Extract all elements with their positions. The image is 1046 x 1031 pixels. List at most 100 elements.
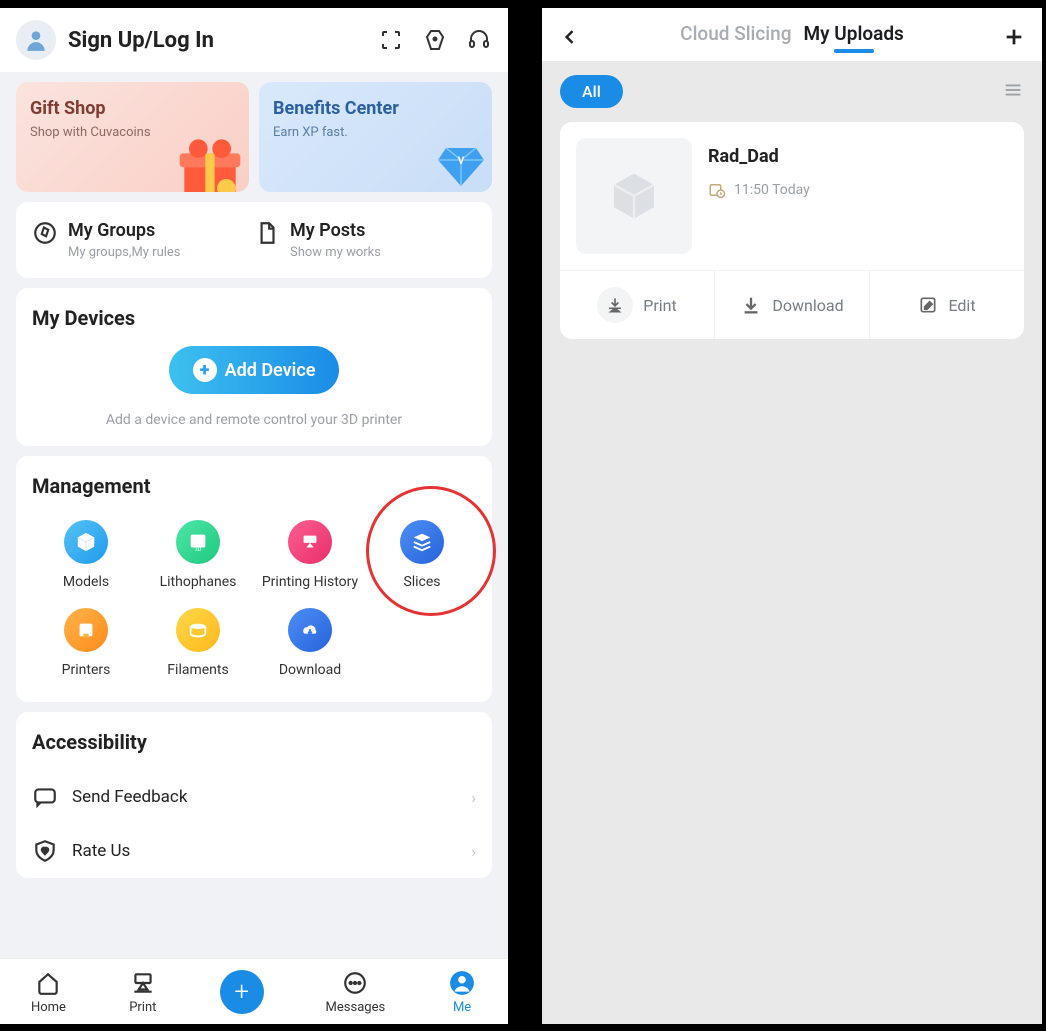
nav-messages[interactable]: Messages	[326, 968, 386, 1015]
avatar[interactable]	[16, 20, 56, 60]
upload-name: Rad_Dad	[708, 146, 1008, 167]
my-groups-button[interactable]: My Groups My groups,My rules	[32, 220, 254, 260]
posts-title: My Posts	[290, 220, 381, 241]
header: Cloud Slicing My Uploads	[542, 8, 1042, 61]
add-upload-button[interactable]	[1000, 23, 1028, 51]
chevron-right-icon: ›	[471, 788, 476, 807]
action-edit-label: Edit	[948, 296, 975, 315]
nav-me[interactable]: Me	[447, 968, 477, 1015]
cube-placeholder-icon	[604, 166, 664, 226]
groups-sub: My groups,My rules	[68, 245, 181, 260]
accessibility-card: Accessibility Send Feedback › Rate Us ›	[16, 712, 492, 878]
action-print-label: Print	[643, 296, 676, 315]
gift-shop-card[interactable]: Gift Shop Shop with Cuvacoins	[16, 82, 249, 192]
signin-button[interactable]: Sign Up/Log In	[68, 28, 378, 53]
mgmt-label: Printers	[62, 662, 111, 678]
scan-icon[interactable]	[378, 27, 404, 53]
print-icon	[597, 287, 633, 323]
nav-me-label: Me	[453, 1000, 471, 1015]
gift-shop-title: Gift Shop	[30, 98, 235, 119]
cube-icon	[64, 520, 108, 564]
chevron-right-icon: ›	[471, 842, 476, 861]
nav-print[interactable]: Print	[128, 968, 158, 1015]
action-print[interactable]: Print	[560, 271, 715, 339]
benefits-title: Benefits Center	[273, 98, 478, 119]
nav-add[interactable]: +	[220, 970, 264, 1014]
add-device-button[interactable]: + Add Device	[169, 346, 340, 394]
nav-messages-label: Messages	[326, 1000, 386, 1015]
my-posts-button[interactable]: My Posts Show my works	[254, 220, 476, 260]
mgmt-slices[interactable]: Slices	[368, 514, 476, 596]
plus-icon: +	[193, 358, 217, 382]
list-menu-button[interactable]	[1002, 79, 1024, 105]
print-icon	[128, 968, 158, 998]
download-icon	[740, 294, 762, 316]
profile-screen: Sign Up/Log In Gift Shop Shop with Cuvac…	[0, 8, 508, 1024]
filter-all-pill[interactable]: All	[560, 75, 623, 108]
devices-hint: Add a device and remote control your 3D …	[32, 412, 476, 428]
svg-text:V: V	[458, 156, 465, 167]
mgmt-label: Slices	[403, 574, 440, 590]
download-cloud-icon	[288, 608, 332, 652]
mgmt-printing-history[interactable]: Printing History	[256, 514, 364, 596]
tab-my-uploads[interactable]: My Uploads	[804, 22, 904, 51]
menu-icon	[1002, 79, 1024, 101]
rate-label: Rate Us	[72, 841, 457, 861]
mgmt-label: Models	[63, 574, 109, 590]
uploads-screen: Cloud Slicing My Uploads All Rad_Dad 11:…	[542, 8, 1042, 1024]
feedback-label: Send Feedback	[72, 787, 457, 807]
back-button[interactable]	[556, 23, 584, 51]
management-title: Management	[32, 474, 476, 498]
gift-icon	[175, 130, 245, 192]
mgmt-filaments[interactable]: Filaments	[144, 602, 252, 684]
printer-history-icon	[288, 520, 332, 564]
headset-icon[interactable]	[466, 27, 492, 53]
settings-hex-icon[interactable]	[422, 27, 448, 53]
document-icon	[254, 220, 280, 246]
benefits-center-card[interactable]: Benefits Center Earn XP fast. V	[259, 82, 492, 192]
plus-icon: +	[220, 970, 264, 1014]
spool-icon	[176, 608, 220, 652]
compass-icon	[32, 220, 58, 246]
nav-print-label: Print	[129, 1000, 156, 1015]
mgmt-models[interactable]: Models	[32, 514, 140, 596]
header: Sign Up/Log In	[0, 8, 508, 72]
accessibility-title: Accessibility	[32, 730, 476, 754]
mgmt-label: Printing History	[262, 574, 358, 590]
plus-icon	[1003, 26, 1025, 48]
model-thumbnail[interactable]	[576, 138, 692, 254]
messages-icon	[340, 968, 370, 998]
action-edit[interactable]: Edit	[870, 271, 1024, 339]
mgmt-printers[interactable]: Printers	[32, 602, 140, 684]
bottom-nav: Home Print + Messages Me	[0, 958, 508, 1024]
layers-icon	[400, 520, 444, 564]
mgmt-download[interactable]: Download	[256, 602, 364, 684]
action-download-label: Download	[772, 296, 843, 315]
tab-cloud-slicing[interactable]: Cloud Slicing	[680, 22, 791, 51]
send-feedback-button[interactable]: Send Feedback ›	[32, 770, 476, 824]
mgmt-label: Download	[279, 662, 341, 678]
devices-title: My Devices	[32, 306, 476, 330]
rate-us-button[interactable]: Rate Us ›	[32, 824, 476, 878]
edit-icon	[918, 295, 938, 315]
mgmt-lithophanes[interactable]: 3D Lithophanes	[144, 514, 252, 596]
home-icon	[33, 968, 63, 998]
add-device-label: Add Device	[225, 360, 316, 381]
diamond-icon: V	[436, 144, 486, 188]
action-download[interactable]: Download	[715, 271, 870, 339]
filter-row: All	[542, 61, 1042, 122]
upload-time-label: 11:50 Today	[734, 182, 810, 198]
mgmt-label: Lithophanes	[160, 574, 237, 590]
calendar-clock-icon	[708, 181, 726, 199]
management-card: Management Models 3D Lithophanes Printin…	[16, 456, 492, 702]
svg-text:3D: 3D	[195, 547, 202, 553]
chevron-left-icon	[560, 27, 580, 47]
shield-heart-icon	[32, 838, 58, 864]
nav-home[interactable]: Home	[31, 968, 66, 1015]
groups-title: My Groups	[68, 220, 181, 241]
upload-item-card: Rad_Dad 11:50 Today Print Download Edit	[560, 122, 1024, 339]
posts-sub: Show my works	[290, 245, 381, 260]
nav-home-label: Home	[31, 1000, 66, 1015]
photo-3d-icon: 3D	[176, 520, 220, 564]
mgmt-label: Filaments	[167, 662, 228, 678]
